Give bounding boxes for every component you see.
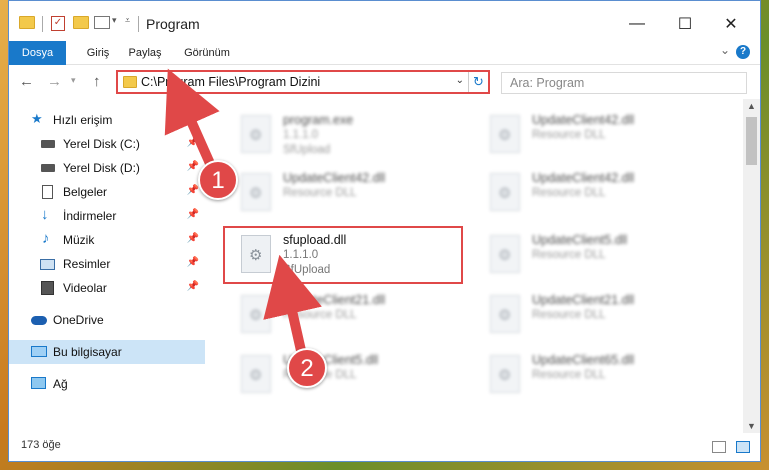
- annotation-arrows: [164, 68, 322, 357]
- arrow-1: [164, 68, 220, 171]
- step-badge-2: 2: [287, 348, 327, 388]
- arrow-2: [263, 254, 322, 357]
- step-badge-1: 1: [198, 160, 238, 200]
